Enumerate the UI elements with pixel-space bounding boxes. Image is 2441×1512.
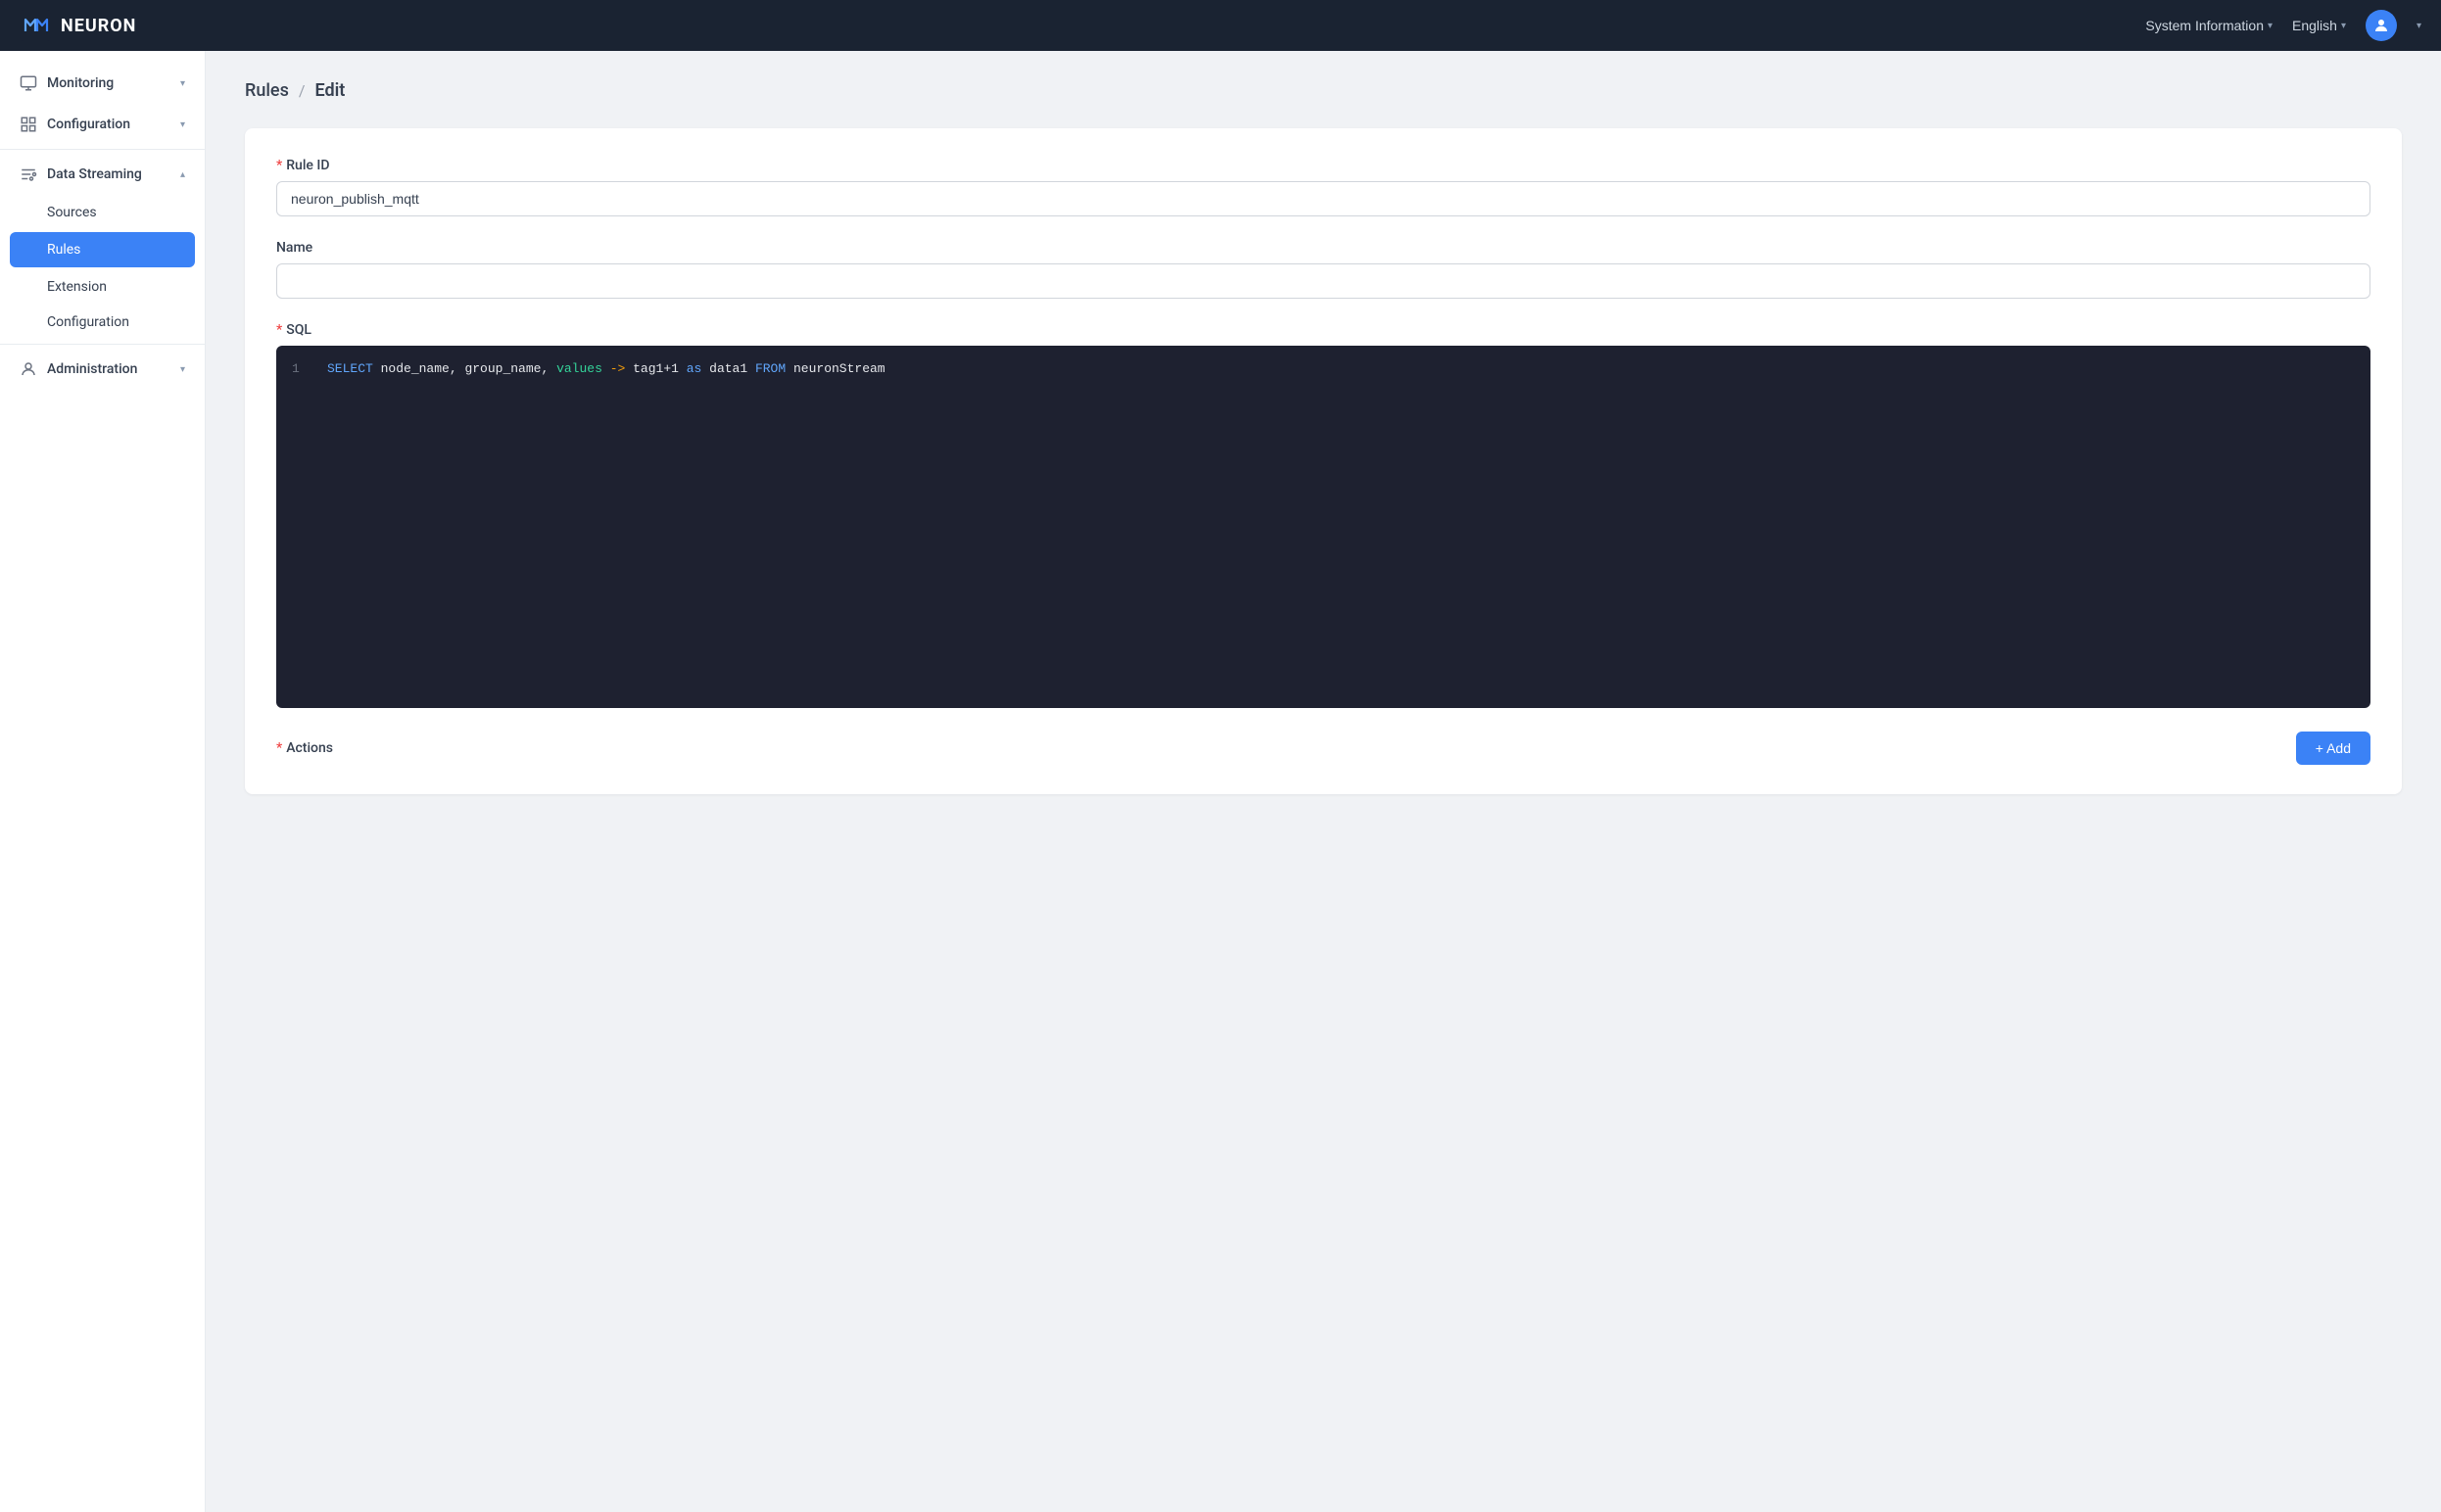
data-streaming-chevron-icon: ▴ — [180, 169, 185, 180]
stream-icon — [20, 165, 37, 183]
user-icon — [2372, 17, 2390, 34]
sidebar-item-rules-label: Rules — [47, 242, 80, 258]
avatar-chevron-icon: ▾ — [2417, 21, 2421, 31]
sidebar-item-configuration-label: Configuration — [47, 117, 130, 132]
sql-as-keyword: as — [687, 361, 702, 376]
name-group: Name — [276, 240, 2370, 299]
sidebar-item-sources[interactable]: Sources — [0, 195, 205, 230]
logo-icon — [20, 10, 51, 41]
sql-values-keyword: values — [556, 361, 602, 376]
system-info-chevron-icon: ▾ — [2268, 21, 2273, 31]
breadcrumb-separator: / — [299, 81, 306, 100]
name-label: Name — [276, 240, 2370, 256]
sql-group: * SQL 1 SELECT node_name, group_name, va… — [276, 322, 2370, 708]
header-left: NEURON — [20, 10, 136, 41]
sql-line-1: 1 SELECT node_name, group_name, values -… — [292, 361, 2355, 376]
sql-required-star: * — [276, 322, 282, 338]
administration-icon — [20, 360, 37, 378]
add-button[interactable]: + Add — [2296, 732, 2370, 765]
sql-from-keyword: FROM — [755, 361, 786, 376]
sidebar-item-rules[interactable]: Rules — [10, 232, 195, 267]
language-label: English — [2292, 18, 2337, 33]
rule-id-required-star: * — [276, 158, 282, 173]
language-chevron-icon: ▾ — [2341, 21, 2346, 31]
sidebar-item-configuration[interactable]: Configuration ▾ — [0, 104, 205, 145]
sidebar-item-configuration-sub[interactable]: Configuration — [0, 305, 205, 340]
layout: Monitoring ▾ Configuration ▾ Data Stream… — [0, 51, 2441, 1512]
add-button-label: + Add — [2316, 740, 2351, 756]
sql-content: SELECT node_name, group_name, values -> … — [327, 361, 885, 376]
sidebar-item-administration[interactable]: Administration ▾ — [0, 349, 205, 390]
actions-label: * Actions — [276, 740, 333, 756]
sidebar-item-data-streaming[interactable]: Data Streaming ▴ — [0, 154, 205, 195]
sidebar-item-extension-label: Extension — [47, 279, 107, 295]
sidebar-divider-1 — [0, 149, 205, 150]
rule-id-group: * Rule ID — [276, 158, 2370, 216]
breadcrumb-parent[interactable]: Rules — [245, 80, 289, 101]
monitor-icon — [20, 74, 37, 92]
sql-select-keyword: SELECT — [327, 361, 373, 376]
sidebar-item-extension[interactable]: Extension — [0, 269, 205, 305]
sidebar-divider-2 — [0, 344, 205, 345]
configuration-chevron-icon: ▾ — [180, 119, 185, 130]
sql-label: * SQL — [276, 322, 2370, 338]
sidebar-item-monitoring-label: Monitoring — [47, 75, 114, 91]
rule-id-label: * Rule ID — [276, 158, 2370, 173]
actions-section: * Actions + Add — [276, 732, 2370, 765]
sidebar-item-administration-label: Administration — [47, 361, 137, 377]
sidebar-item-configuration-sub-label: Configuration — [47, 314, 129, 330]
header-right: System Information ▾ English ▾ ▾ — [2145, 10, 2421, 41]
sidebar-item-data-streaming-label: Data Streaming — [47, 166, 142, 182]
sql-tag-expr: tag1+1 — [633, 361, 687, 376]
actions-required-star: * — [276, 740, 282, 756]
breadcrumb-current: Edit — [314, 80, 345, 101]
sql-table: neuronStream — [793, 361, 885, 376]
main-content: Rules / Edit * Rule ID Name — [206, 51, 2441, 1512]
system-information-label: System Information — [2145, 18, 2264, 33]
breadcrumb: Rules / Edit — [245, 80, 2402, 101]
sql-arrow: -> — [610, 361, 626, 376]
sql-editor[interactable]: 1 SELECT node_name, group_name, values -… — [276, 346, 2370, 708]
avatar[interactable] — [2366, 10, 2397, 41]
sql-columns: node_name, group_name, — [381, 361, 556, 376]
language-button[interactable]: English ▾ — [2292, 18, 2346, 33]
sql-line-number: 1 — [292, 361, 311, 376]
administration-chevron-icon: ▾ — [180, 364, 185, 375]
sidebar: Monitoring ▾ Configuration ▾ Data Stream… — [0, 51, 206, 1512]
monitoring-chevron-icon: ▾ — [180, 78, 185, 89]
sql-alias: data1 — [709, 361, 755, 376]
sidebar-item-monitoring[interactable]: Monitoring ▾ — [0, 63, 205, 104]
sidebar-item-sources-label: Sources — [47, 205, 97, 220]
header: NEURON System Information ▾ English ▾ ▾ — [0, 0, 2441, 51]
logo-text: NEURON — [61, 16, 136, 36]
grid-icon — [20, 116, 37, 133]
name-input[interactable] — [276, 263, 2370, 299]
rule-id-input[interactable] — [276, 181, 2370, 216]
system-information-button[interactable]: System Information ▾ — [2145, 18, 2273, 33]
edit-form: * Rule ID Name * SQL — [245, 128, 2402, 794]
